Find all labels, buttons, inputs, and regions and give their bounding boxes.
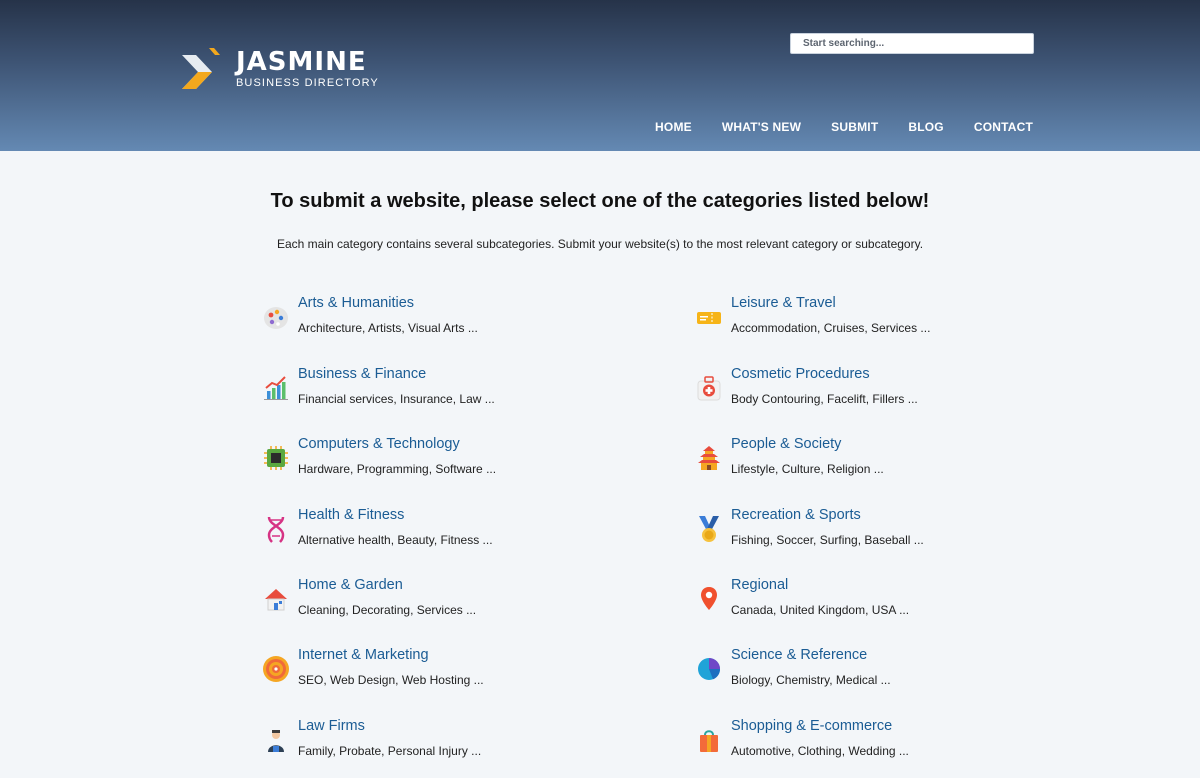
dna-icon [267,516,285,543]
category-title[interactable]: Recreation & Sports [731,507,861,523]
category-recreation-sports: Recreation & Sports Fishing, Soccer, Sur… [695,507,1075,567]
category-subcategories: Body Contouring, Facelift, Fillers ... [731,392,918,406]
category-subcategories: Canada, United Kingdom, USA ... [731,603,910,617]
category-internet-marketing: Internet & Marketing SEO, Web Design, We… [262,647,642,707]
logo-chevron-icon [182,48,220,89]
category-subcategories: Architecture, Artists, Visual Arts ... [298,321,478,335]
category-title[interactable]: Law Firms [298,718,365,734]
category-leisure-travel: Leisure & Travel Accommodation, Cruises,… [695,295,1075,355]
logo-name: JASMINE [236,47,367,77]
category-subcategories: Family, Probate, Personal Injury ... [298,744,482,758]
nav-submit[interactable]: SUBMIT [831,120,878,134]
category-title[interactable]: Health & Fitness [298,507,404,523]
category-title[interactable]: Science & Reference [731,647,867,663]
category-subcategories: Alternative health, Beauty, Fitness ... [298,533,493,547]
category-title[interactable]: Internet & Marketing [298,647,429,663]
nav-blog[interactable]: BLOG [908,120,943,134]
search-input[interactable] [790,33,1034,54]
category-title[interactable]: Arts & Humanities [298,295,414,311]
medal-icon [699,516,719,542]
category-title[interactable]: People & Society [731,436,841,452]
category-subcategories: Cleaning, Decorating, Services ... [298,603,477,617]
category-subcategories: Hardware, Programming, Software ... [298,462,497,476]
first-aid-kit-icon [697,376,721,401]
category-people-society: People & Society Lifestyle, Culture, Rel… [695,436,1075,496]
category-subcategories: Biology, Chemistry, Medical ... [731,673,891,687]
category-subcategories: Accommodation, Cruises, Services ... [731,321,931,335]
page-title: To submit a website, please select one o… [270,190,930,212]
category-title[interactable]: Cosmetic Procedures [731,366,870,382]
site-header: JASMINE BUSINESS DIRECTORY HOME WHAT'S N… [0,0,1200,151]
category-shopping-ecommerce: Shopping & E-commerce Automotive, Clothi… [695,718,1075,778]
category-subcategories: Fishing, Soccer, Surfing, Baseball ... [731,533,924,547]
target-icon [263,656,289,682]
page-description: Each main category contains several subc… [276,237,924,251]
pie-chart-icon [698,658,721,680]
ticket-icon [697,312,721,324]
nav-whats-new[interactable]: WHAT'S NEW [722,120,801,134]
category-home-garden: Home & Garden Cleaning, Decorating, Serv… [262,577,642,637]
growth-chart-icon [264,376,288,400]
category-title[interactable]: Leisure & Travel [731,295,836,311]
category-title[interactable]: Computers & Technology [298,436,460,452]
main-nav: HOME WHAT'S NEW SUBMIT BLOG CONTACT [625,120,1033,134]
category-law-firms: Law Firms Family, Probate, Personal Inju… [262,718,642,778]
category-health-fitness: Health & Fitness Alternative health, Bea… [262,507,642,567]
category-subcategories: Lifestyle, Culture, Religion ... [731,462,884,476]
nav-home[interactable]: HOME [655,120,692,134]
category-science-reference: Science & Reference Biology, Chemistry, … [695,647,1075,707]
pagoda-icon [698,446,720,470]
nav-contact[interactable]: CONTACT [974,120,1033,134]
category-title[interactable]: Business & Finance [298,366,426,382]
category-business-finance: Business & Finance Financial services, I… [262,366,642,426]
category-title[interactable]: Regional [731,577,788,593]
intro-section: To submit a website, please select one o… [0,190,1200,251]
cpu-chip-icon [264,446,288,470]
house-icon [265,589,287,611]
category-computers-technology: Computers & Technology Hardware, Program… [262,436,642,496]
logo-tagline: BUSINESS DIRECTORY [236,77,379,89]
category-arts-humanities: Arts & Humanities Architecture, Artists,… [262,295,642,355]
category-subcategories: Financial services, Insurance, Law ... [298,392,495,406]
category-subcategories: Automotive, Clothing, Wedding ... [731,744,909,758]
category-title[interactable]: Shopping & E-commerce [731,718,892,734]
category-subcategories: SEO, Web Design, Web Hosting ... [298,673,484,687]
category-title[interactable]: Home & Garden [298,577,403,593]
category-regional: Regional Canada, United Kingdom, USA ... [695,577,1075,637]
site-logo[interactable]: JASMINE BUSINESS DIRECTORY [182,48,379,96]
category-cosmetic-procedures: Cosmetic Procedures Body Contouring, Fac… [695,366,1075,426]
map-pin-icon [701,587,717,610]
palette-icon [264,307,288,329]
